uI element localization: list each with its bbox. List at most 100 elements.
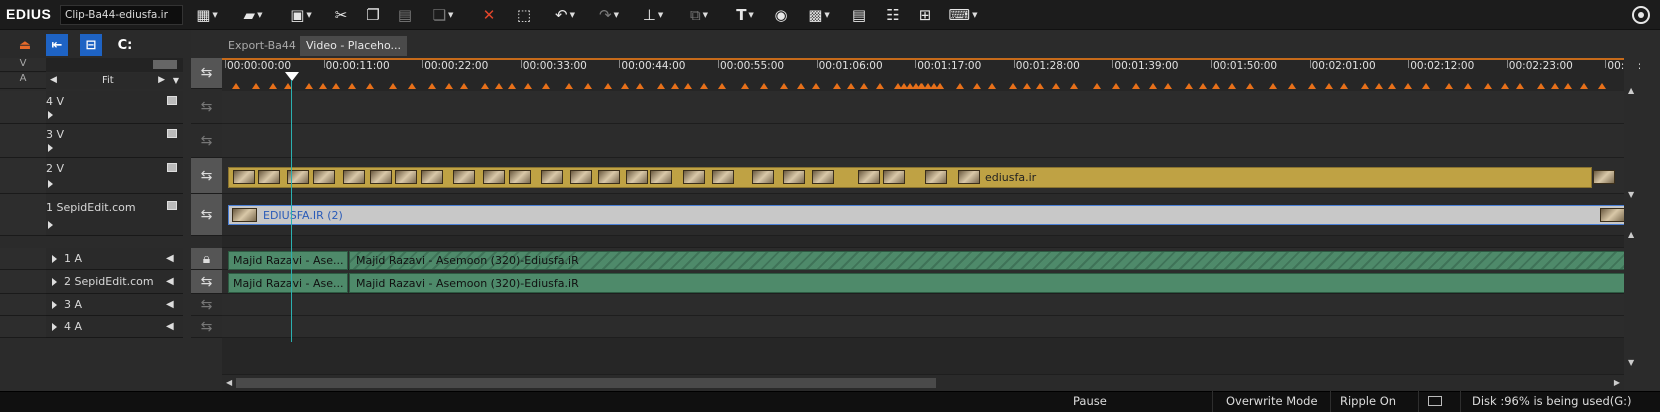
- scroll-left-icon[interactable]: ◀: [226, 378, 232, 387]
- ruler-clip-marker[interactable]: [1288, 83, 1296, 89]
- expand-arrow-icon[interactable]: [52, 301, 57, 309]
- ruler-clip-marker[interactable]: [1269, 83, 1277, 89]
- ruler-clip-marker[interactable]: [1228, 83, 1236, 89]
- ruler-clip-marker[interactable]: [1185, 83, 1193, 89]
- paste-insert-button[interactable]: ❏ ▼: [426, 4, 460, 26]
- track-link-4a[interactable]: ⇆: [191, 316, 222, 338]
- vertical-scrollbar[interactable]: ▲ ▼ ▲ ▼: [1624, 58, 1639, 376]
- track-link-3a[interactable]: ⇆: [191, 294, 222, 316]
- playhead-line[interactable]: [291, 80, 292, 342]
- video-clip-1v[interactable]: [228, 205, 1630, 225]
- save-project-button[interactable]: ▣ ▼: [284, 4, 318, 26]
- ruler-clip-marker[interactable]: [797, 83, 805, 89]
- ruler-clip-marker[interactable]: [636, 83, 644, 89]
- ruler-clip-marker[interactable]: [1164, 83, 1172, 89]
- track-lane-4v[interactable]: [222, 91, 1624, 124]
- ruler-link-toggle[interactable]: ⇆: [191, 58, 222, 89]
- ruler-clip-marker[interactable]: [269, 83, 277, 89]
- ruler-clip-marker[interactable]: [305, 83, 313, 89]
- set-in-out-button[interactable]: ⊥ ▼: [636, 4, 670, 26]
- monitor-icon[interactable]: [1428, 396, 1442, 406]
- speaker-icon[interactable]: ◀: [166, 321, 174, 332]
- ruler-clip-marker[interactable]: [604, 83, 612, 89]
- audio-clip-2a-short[interactable]: Majid Razavi - Ase...: [228, 273, 348, 293]
- open-project-button[interactable]: ▰ ▼: [236, 4, 270, 26]
- ruler-clip-marker[interactable]: [1023, 83, 1031, 89]
- track-lane-4a[interactable]: [222, 316, 1624, 338]
- ruler-clip-marker[interactable]: [389, 83, 397, 89]
- ruler-clip-marker[interactable]: [332, 83, 340, 89]
- ruler-clip-marker[interactable]: [1598, 83, 1606, 89]
- ruler-clip-marker[interactable]: [1361, 83, 1369, 89]
- mixer-button[interactable]: ☷: [882, 4, 904, 26]
- ruler-clip-marker[interactable]: [366, 83, 374, 89]
- track-header-3a[interactable]: 3 A ◀: [0, 294, 183, 316]
- ruler-clip-marker[interactable]: [508, 83, 516, 89]
- ruler-clip-marker[interactable]: [1093, 83, 1101, 89]
- scroll-down-icon[interactable]: ▼: [1628, 190, 1634, 199]
- track-header-2a[interactable]: 2 SepidEdit.com ◀: [0, 270, 183, 294]
- ruler-clip-marker[interactable]: [1132, 83, 1140, 89]
- cut-button[interactable]: ✂: [330, 4, 352, 26]
- audio-clip-2a-long[interactable]: Majid Razavi - Asemoon (320)-Ediusfa.iR: [349, 273, 1630, 293]
- ruler-clip-marker[interactable]: [1112, 83, 1120, 89]
- ruler-clip-marker[interactable]: [408, 83, 416, 89]
- ruler-clip-marker[interactable]: [860, 83, 868, 89]
- ruler-clip-marker[interactable]: [621, 83, 629, 89]
- ruler-clip-marker[interactable]: [988, 83, 996, 89]
- track-header-4v[interactable]: 4 V: [0, 91, 183, 124]
- ruler-clip-marker[interactable]: [956, 83, 964, 89]
- video-mute-icon[interactable]: [167, 201, 177, 210]
- track-header-1v[interactable]: 1 SepidEdit.com: [0, 194, 183, 236]
- ruler-clip-marker[interactable]: [495, 83, 503, 89]
- ruler-clip-marker[interactable]: [1501, 83, 1509, 89]
- new-sequence-button[interactable]: ▦ ▼: [190, 4, 224, 26]
- track-lane-3v[interactable]: [222, 124, 1624, 158]
- timeline-empty-area[interactable]: [222, 338, 1624, 375]
- ruler-clip-marker[interactable]: [1246, 83, 1254, 89]
- ruler-clip-marker[interactable]: [1070, 83, 1078, 89]
- horizontal-scroll-thumb[interactable]: [236, 378, 936, 388]
- expand-arrow-icon[interactable]: [48, 180, 53, 188]
- effects-button[interactable]: ⊞: [914, 4, 936, 26]
- video-mute-icon[interactable]: [167, 163, 177, 172]
- ruler-clip-marker[interactable]: [741, 83, 749, 89]
- ruler-clip-marker[interactable]: [1036, 83, 1044, 89]
- ruler-clip-marker[interactable]: [1445, 83, 1453, 89]
- snap-mode-icon[interactable]: C:: [114, 34, 136, 56]
- ruler-clip-marker[interactable]: [973, 83, 981, 89]
- ruler-clip-marker[interactable]: [319, 83, 327, 89]
- ruler-clip-marker[interactable]: [542, 83, 550, 89]
- edit-mode-status[interactable]: Overwrite Mode: [1226, 394, 1318, 408]
- ruler-clip-marker[interactable]: [671, 83, 679, 89]
- ripple-status[interactable]: Ripple On: [1340, 394, 1396, 408]
- ruler-clip-marker[interactable]: [428, 83, 436, 89]
- ruler-clip-marker[interactable]: [1404, 83, 1412, 89]
- track-header-2v[interactable]: 2 V: [0, 158, 183, 194]
- ruler-clip-marker[interactable]: [1149, 83, 1157, 89]
- ruler-clip-marker[interactable]: [1580, 83, 1588, 89]
- voice-over-button[interactable]: ◉: [770, 4, 792, 26]
- track-header-4a[interactable]: 4 A ◀: [0, 316, 183, 338]
- sync-lock-icon[interactable]: ⏏: [14, 34, 36, 56]
- project-name-field[interactable]: Clip-Ba44-ediusfa.ir: [60, 5, 183, 25]
- zoom-slider[interactable]: [46, 58, 183, 72]
- ruler-clip-marker[interactable]: [1340, 83, 1348, 89]
- track-lane-3a[interactable]: [222, 294, 1624, 316]
- waveform-button[interactable]: ▤: [848, 4, 870, 26]
- speaker-icon[interactable]: ◀: [166, 299, 174, 310]
- ruler-clip-marker[interactable]: [524, 83, 532, 89]
- ruler-clip-marker[interactable]: [657, 83, 665, 89]
- ruler-clip-marker[interactable]: [1009, 83, 1017, 89]
- expand-arrow-icon[interactable]: [52, 255, 57, 263]
- video-mute-icon[interactable]: [167, 129, 177, 138]
- scroll-down-icon[interactable]: ▼: [1628, 358, 1634, 367]
- ruler-clip-marker[interactable]: [876, 83, 884, 89]
- ruler-clip-marker[interactable]: [1564, 83, 1572, 89]
- ruler-clip-marker[interactable]: [780, 83, 788, 89]
- palette-toggle-icon[interactable]: [1632, 6, 1650, 24]
- ruler-clip-marker[interactable]: [1422, 83, 1430, 89]
- tab-export[interactable]: Export-Ba44: [222, 36, 302, 56]
- ruler-clip-marker[interactable]: [847, 83, 855, 89]
- expand-arrow-icon[interactable]: [48, 221, 53, 229]
